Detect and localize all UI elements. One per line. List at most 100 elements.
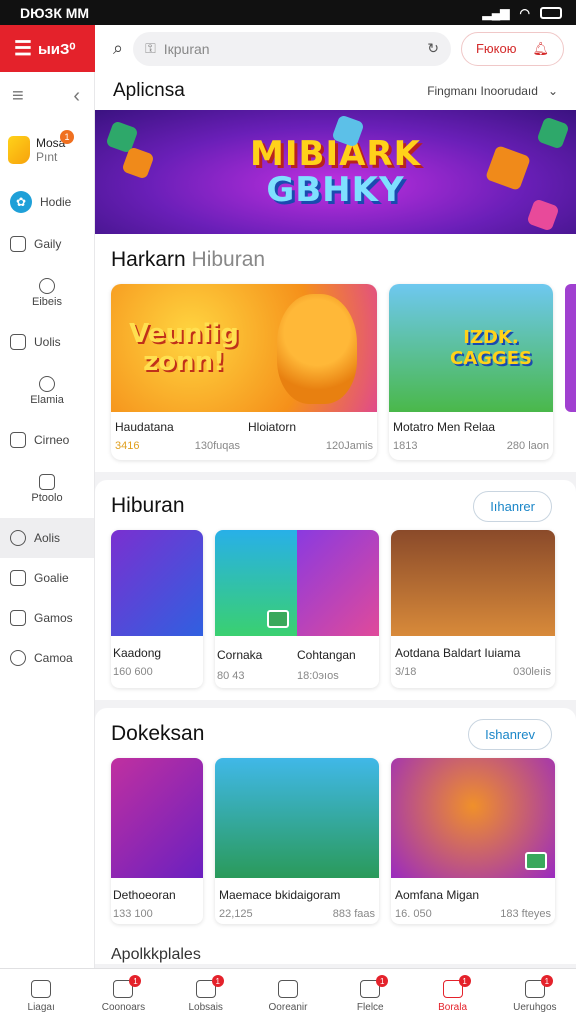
sidebar-item-label: Gamos xyxy=(34,611,73,625)
section-title: Hiburan xyxy=(111,494,185,517)
main-content: Aplicnsa Fingmanı Inoorudaıd ⌄ MIBIARK G… xyxy=(95,72,576,968)
card-row: Dethoeoran 133 100 Maemace bkidaigoram 2… xyxy=(111,758,576,924)
section-dokeksan: Dokeksan Ishanrev Dethoeoran 133 100 Mae… xyxy=(95,708,576,936)
play-icon xyxy=(525,852,547,870)
chat-icon xyxy=(10,650,26,666)
home-icon xyxy=(31,980,52,998)
bottom-nav: Liagaı 1 Coonoars 1 Lobsais Ooreanir 1 Flel… xyxy=(0,968,576,1024)
sidebar-item-label: Elamia xyxy=(30,394,64,406)
card-art-text: IZDK. CAGGES xyxy=(450,327,532,369)
game-thumbnail xyxy=(111,758,203,878)
app-header: Aplicnsa Fingmanı Inoorudaıd ⌄ xyxy=(95,72,576,110)
list-menu-icon[interactable]: ≡ xyxy=(12,85,24,108)
nav-label: Borala xyxy=(438,1002,467,1013)
sidebar-item-4[interactable]: Cirneo xyxy=(0,420,94,460)
menu-icon[interactable]: ☰ xyxy=(14,36,32,61)
see-more-button[interactable]: Iıhanrer xyxy=(473,490,552,522)
nav-item-0[interactable]: Liagaı xyxy=(0,969,82,1024)
game-card[interactable]: IZDK. CAGGES Motatro Men Relaa 1813 280 l… xyxy=(389,284,553,460)
circle-icon xyxy=(10,530,26,546)
sidebar-item-label: Aolis xyxy=(34,531,61,545)
sidebar-item-8[interactable]: Gamos xyxy=(0,598,94,638)
game-thumbnail xyxy=(391,758,555,878)
card-count: 280 laon xyxy=(506,440,549,452)
list-icon xyxy=(10,570,26,586)
top-bar: ⌕ ⚿ Ікрuran ↻ Fюкою 🔔︎ xyxy=(95,25,576,72)
section-featured: Harkarn Hiburan Veuniig zonn! Haudatana … xyxy=(95,234,576,472)
notification-badge: 1 xyxy=(60,130,74,144)
see-more-button[interactable]: Ishanrev xyxy=(468,718,552,750)
sidebar-item-7[interactable]: Goalie xyxy=(0,558,94,598)
sidebar-item-0[interactable]: Gaily xyxy=(0,224,94,264)
sidebar: ≡ ‹ Mosa Pınt 1 ✿ Hodie Gaily Eibeis Uol… xyxy=(0,72,95,968)
nav-item-2[interactable]: 1 Lobsais xyxy=(165,969,247,1024)
section-header: Hiburan Iıhanrer xyxy=(111,490,576,522)
sidebar-item-9[interactable]: Camoa xyxy=(0,638,94,678)
dice-decoration xyxy=(484,144,532,192)
sidebar-item-2[interactable]: Uolis xyxy=(0,322,94,362)
battery-icon xyxy=(540,6,562,19)
character-art xyxy=(277,294,357,404)
card-rating: 16. 050 xyxy=(395,908,432,920)
wifi-icon: ◠ xyxy=(519,5,530,20)
search-icon xyxy=(39,376,55,392)
card-meta: 120Jamis xyxy=(244,438,377,454)
banner-title: MIBIARK GBHKY xyxy=(250,136,421,208)
card-title: Cohtangan xyxy=(297,648,356,662)
notification-label: Fюкою xyxy=(475,41,517,56)
nav-item-5[interactable]: 1 Borala xyxy=(411,969,493,1024)
home-icon xyxy=(10,334,26,350)
card-meta: 80 43 xyxy=(217,670,245,682)
status-icons: ▂▄▆ ◠ xyxy=(483,6,562,20)
sidebar-item-label: Goalie xyxy=(34,571,69,585)
section-title: Dokeksan xyxy=(111,722,205,745)
status-time: DЮЗК ММ xyxy=(20,4,90,21)
sidebar-item-1[interactable]: Eibeis xyxy=(0,264,94,322)
notification-button[interactable]: Fюкою 🔔︎ xyxy=(460,31,564,66)
card-title: Dethoeoran xyxy=(113,888,176,902)
nav-label: Ueruhgos xyxy=(513,1002,557,1013)
game-card[interactable]: Veuniig zonn! Haudatana 3416 130fuqas Hlo… xyxy=(111,284,377,460)
nav-item-3[interactable]: Ooreanir xyxy=(247,969,329,1024)
collapse-icon[interactable]: ‹ xyxy=(73,85,80,108)
sidebar-item-6[interactable]: Aolis xyxy=(0,518,94,558)
brand-bar: ☰ ыиЗ⁰ xyxy=(0,25,95,72)
sort-label: Fingmanı Inoorudaıd xyxy=(427,84,538,98)
game-card[interactable]: Dethoeoran 133 100 xyxy=(111,758,203,924)
card-count: 030leıis xyxy=(513,666,551,678)
card-title: Hloiatorn xyxy=(248,420,297,434)
sidebar-header: ≡ ‹ xyxy=(0,72,94,120)
game-card[interactable]: Aomfana Migan 16. 050 183 fteyes xyxy=(391,758,555,924)
card-title: Kaadong xyxy=(113,646,162,660)
sidebar-item-special-1[interactable]: Mosa Pınt 1 xyxy=(0,120,94,180)
game-card[interactable]: Aotdana Baldart Iuiama 3/18 030leıis xyxy=(391,530,555,688)
sidebar-item-3[interactable]: Elamia xyxy=(0,362,94,420)
sort-dropdown[interactable]: Fingmanı Inoorudaıd ⌄ xyxy=(427,84,558,98)
game-thumbnail xyxy=(215,530,297,636)
game-card-pair[interactable]: Cornaka Cohtangan 80 43 18:0эıos xyxy=(215,530,379,688)
search-input[interactable]: ⚿ Ікрuran ↻ xyxy=(133,31,451,66)
sidebar-item-special-2[interactable]: ✿ Hodie xyxy=(0,180,94,224)
game-card[interactable]: Kaadong 160 600 xyxy=(111,530,203,688)
card-title: Cornaka xyxy=(217,648,263,662)
nav-badge: 1 xyxy=(211,975,224,987)
nav-item-1[interactable]: 1 Coonoars xyxy=(82,969,164,1024)
dice-decoration xyxy=(526,198,560,232)
game-card[interactable]: Maemace bkidaigoram 22,125 883 faas xyxy=(215,758,379,924)
next-card-peek xyxy=(565,284,576,412)
sidebar-item-5[interactable]: Ptoolo xyxy=(0,460,94,518)
card-titles: Cornaka Cohtangan xyxy=(215,638,379,666)
nav-item-4[interactable]: 1 Flelce xyxy=(329,969,411,1024)
chart-icon xyxy=(277,980,298,998)
promo-banner[interactable]: MIBIARK GBHKY xyxy=(95,110,576,234)
nav-badge: 1 xyxy=(129,975,142,987)
refresh-icon[interactable]: ↻ xyxy=(427,40,439,57)
sidebar-item-label: Camoa xyxy=(34,651,73,665)
nav-item-6[interactable]: 1 Ueruhgos xyxy=(494,969,576,1024)
play-icon xyxy=(267,610,289,628)
card-metas: 80 43 18:0эıos xyxy=(215,668,379,684)
sidebar-item-label: Uolis xyxy=(34,335,61,349)
section-title-light: Hiburan xyxy=(191,248,266,271)
user-icon xyxy=(39,278,55,294)
search-icon[interactable]: ⌕ xyxy=(113,38,123,59)
